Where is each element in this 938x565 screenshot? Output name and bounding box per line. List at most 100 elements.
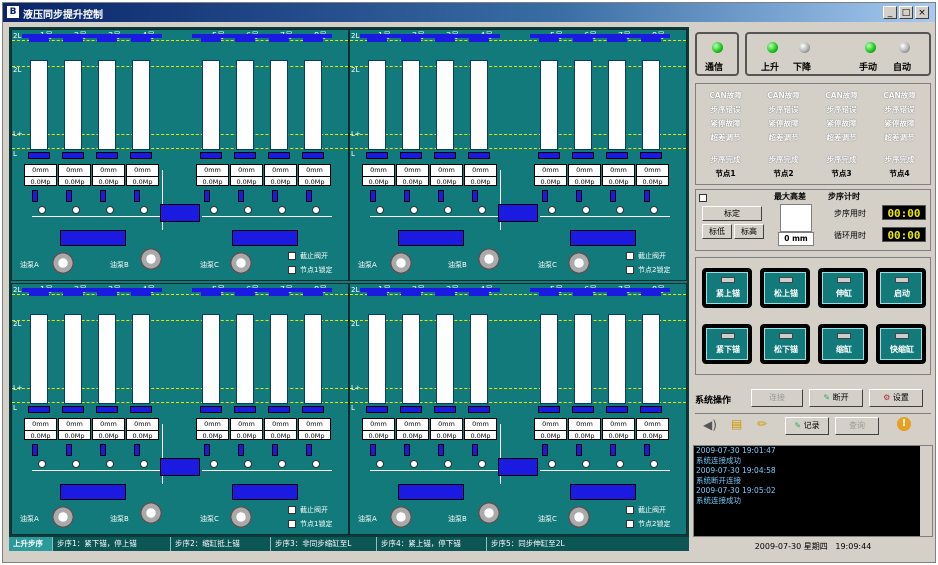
valve-stem: [472, 444, 478, 456]
event-log[interactable]: 2009-07-30 19:01:47 系统连接成功 2009-07-30 19…: [693, 445, 933, 537]
readout-mm: 0mm: [127, 165, 158, 177]
node-1-label: 节点1: [715, 169, 736, 178]
level-line: [350, 388, 686, 389]
calibrate-button[interactable]: 标定: [702, 206, 762, 221]
cylinder-column: [368, 314, 386, 404]
readout-mm: 0mm: [127, 419, 158, 431]
manifold-line: [202, 216, 332, 217]
node-3-can: CAN故障: [825, 91, 858, 100]
cylinder-base: [200, 152, 222, 159]
pump-a-label: 油泵A: [358, 515, 377, 523]
valve-bank: [232, 230, 298, 246]
tab-step-4[interactable]: 步序4：紧上锚，停下锚: [377, 537, 487, 551]
plug-icon: ✎: [794, 421, 802, 430]
tab-step-3[interactable]: 步序3：非同步缩缸至L: [271, 537, 377, 551]
close-button[interactable]: ×: [915, 6, 929, 19]
node-2-step-error: 步序错误: [768, 105, 799, 114]
speaker-icon[interactable]: ◀): [703, 418, 717, 432]
node-1-deviation: 超差调节: [710, 133, 741, 142]
fast-retract-button[interactable]: 快缩缸: [876, 324, 926, 364]
node-1: CAN故障 步序错误 紧停故障 超差调节 步序完成 节点1: [697, 84, 754, 184]
manifold-line: [370, 470, 500, 471]
node-lock-checkbox[interactable]: [626, 266, 634, 274]
start-button[interactable]: 启动: [876, 268, 926, 308]
clipboard-icon[interactable]: ▤: [731, 417, 742, 431]
readout-mm: 0mm: [637, 419, 668, 431]
status-weekday: 星期四: [803, 542, 828, 551]
readout-mp: 0.0Mp: [304, 432, 325, 440]
record-button[interactable]: ✎ 记录: [785, 417, 829, 435]
tighten-lower-anchor-button[interactable]: 紧下锚: [702, 324, 752, 364]
cylinder-readout: 0mm 0.0Mp: [196, 164, 229, 186]
stop-valve-checkbox[interactable]: [288, 252, 296, 260]
valve-gauge: [376, 206, 384, 214]
extend-cylinder-button[interactable]: 伸缸: [818, 268, 868, 308]
tab-step-2[interactable]: 步序2：缩缸抵上锚: [171, 537, 271, 551]
loosen-upper-anchor-button[interactable]: 松上锚: [760, 268, 810, 308]
calib-high-button[interactable]: 标高: [734, 224, 764, 239]
retract-cylinder-button[interactable]: 缩缸: [818, 324, 868, 364]
step-time-display: 00:00: [882, 205, 926, 220]
cylinder-base: [62, 152, 84, 159]
loosen-lower-anchor-button[interactable]: 松下锚: [760, 324, 810, 364]
valve-stem: [644, 190, 650, 202]
cylinder-readout: 0mm 0.0Mp: [126, 418, 159, 440]
minimize-button[interactable]: _: [883, 6, 897, 19]
node-lock-checkbox[interactable]: [288, 520, 296, 528]
valve-gauge: [376, 460, 384, 468]
readout-mm: 0mm: [363, 165, 394, 177]
pump-b-icon: [140, 248, 162, 270]
tab-step-5[interactable]: 步序5：同步伸缸至2L: [487, 537, 689, 551]
stop-valve-checkbox[interactable]: [288, 506, 296, 514]
valve-gauge: [38, 206, 46, 214]
node-lock-checkbox[interactable]: [626, 520, 634, 528]
valve-stem: [134, 444, 140, 456]
valve-stem: [306, 444, 312, 456]
level-line: [350, 148, 686, 149]
tighten-upper-anchor-button[interactable]: 紧上锚: [702, 268, 752, 308]
level-line: [12, 402, 348, 403]
node-4-estop: 紧停故障: [884, 119, 915, 128]
readout-mp: 0.0Mp: [574, 432, 595, 440]
cylinder-base: [640, 406, 662, 413]
node-3-step-error: 步序错误: [826, 105, 857, 114]
status-date: 2009-07-30: [754, 542, 802, 551]
valve-stem: [100, 444, 106, 456]
cylinder-base: [606, 406, 628, 413]
cylinder-column: [540, 314, 558, 404]
stop-valve-checkbox[interactable]: [626, 252, 634, 260]
cylinder-base: [234, 406, 256, 413]
node-lock-checkbox[interactable]: [288, 266, 296, 274]
stop-valve-checkbox[interactable]: [626, 506, 634, 514]
valve-gauge: [278, 460, 286, 468]
cylinder-column: [30, 314, 48, 404]
cylinder-column: [270, 60, 288, 150]
calib-low-button[interactable]: 标低: [702, 224, 732, 239]
title-bar[interactable]: B 液压同步提升控制 _ □ ×: [3, 3, 935, 22]
tab-ascend-steps[interactable]: 上升步序: [9, 537, 53, 551]
valve-stem: [576, 444, 582, 456]
readout-mp: 0.0Mp: [608, 178, 629, 186]
readout-mm: 0mm: [59, 165, 90, 177]
tab-step-1[interactable]: 步序1：紧下锚，停上锚: [53, 537, 171, 551]
disconnect-button[interactable]: ✎ 断开: [809, 389, 863, 407]
main-window: B 液压同步提升控制 _ □ × 2L2LL+L1号0mm0.0Mp2号0mm0…: [2, 2, 936, 563]
pump-a-icon: [52, 252, 74, 274]
readout-mp: 0.0Mp: [368, 432, 389, 440]
cylinder-base: [366, 406, 388, 413]
valve-gauge: [312, 460, 320, 468]
readout-mm: 0mm: [397, 165, 428, 177]
alert-icon[interactable]: !: [897, 417, 911, 431]
log-scrollbar[interactable]: [920, 446, 932, 536]
query-button[interactable]: 查询: [835, 417, 879, 435]
log-line: 2009-07-30 19:01:47: [696, 446, 776, 455]
pump-c-icon: [568, 506, 590, 528]
connect-button[interactable]: 连接: [751, 389, 803, 407]
maximize-button[interactable]: □: [899, 6, 913, 19]
pencil-icon[interactable]: ✏: [757, 417, 767, 431]
settings-button[interactable]: ⚙ 设置: [869, 389, 923, 407]
valve-gauge: [582, 460, 590, 468]
calib-checkbox[interactable]: [699, 194, 707, 202]
valve-stem: [370, 444, 376, 456]
readout-mp: 0.0Mp: [202, 178, 223, 186]
